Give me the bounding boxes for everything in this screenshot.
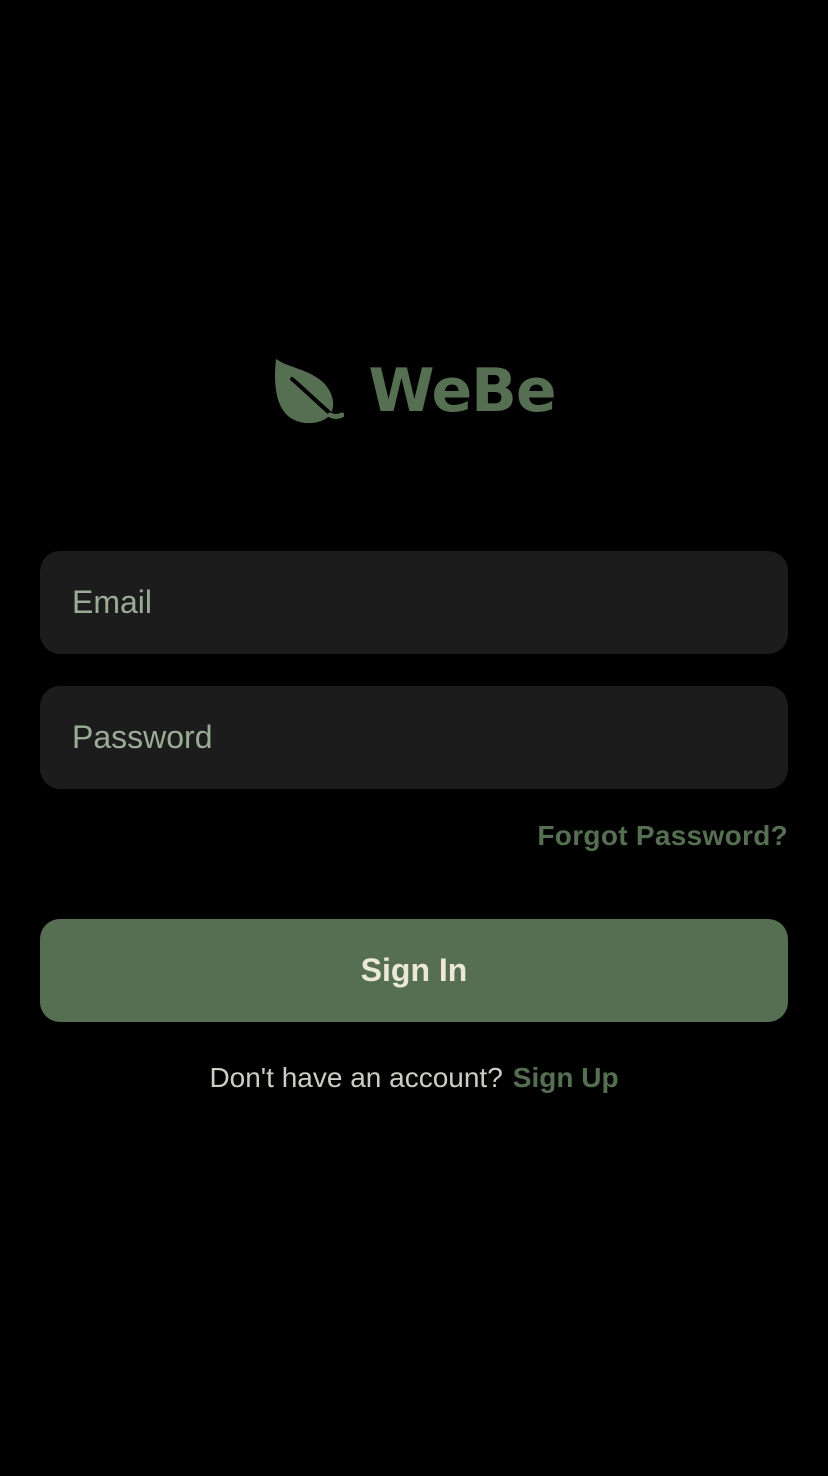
app-logo: WeBe xyxy=(0,355,828,427)
sign-up-link[interactable]: Sign Up xyxy=(513,1062,619,1094)
forgot-password-link[interactable]: Forgot Password? xyxy=(537,820,788,852)
email-field[interactable] xyxy=(40,551,788,654)
password-input[interactable] xyxy=(72,719,756,756)
sign-up-row: Don't have an account? Sign Up xyxy=(0,1062,828,1094)
app-name: WeBe xyxy=(368,356,556,426)
password-field[interactable] xyxy=(40,686,788,789)
email-input[interactable] xyxy=(72,584,756,621)
sign-in-button[interactable]: Sign In xyxy=(40,919,788,1022)
sign-up-prompt: Don't have an account? xyxy=(209,1062,503,1093)
leaf-icon xyxy=(272,357,345,425)
